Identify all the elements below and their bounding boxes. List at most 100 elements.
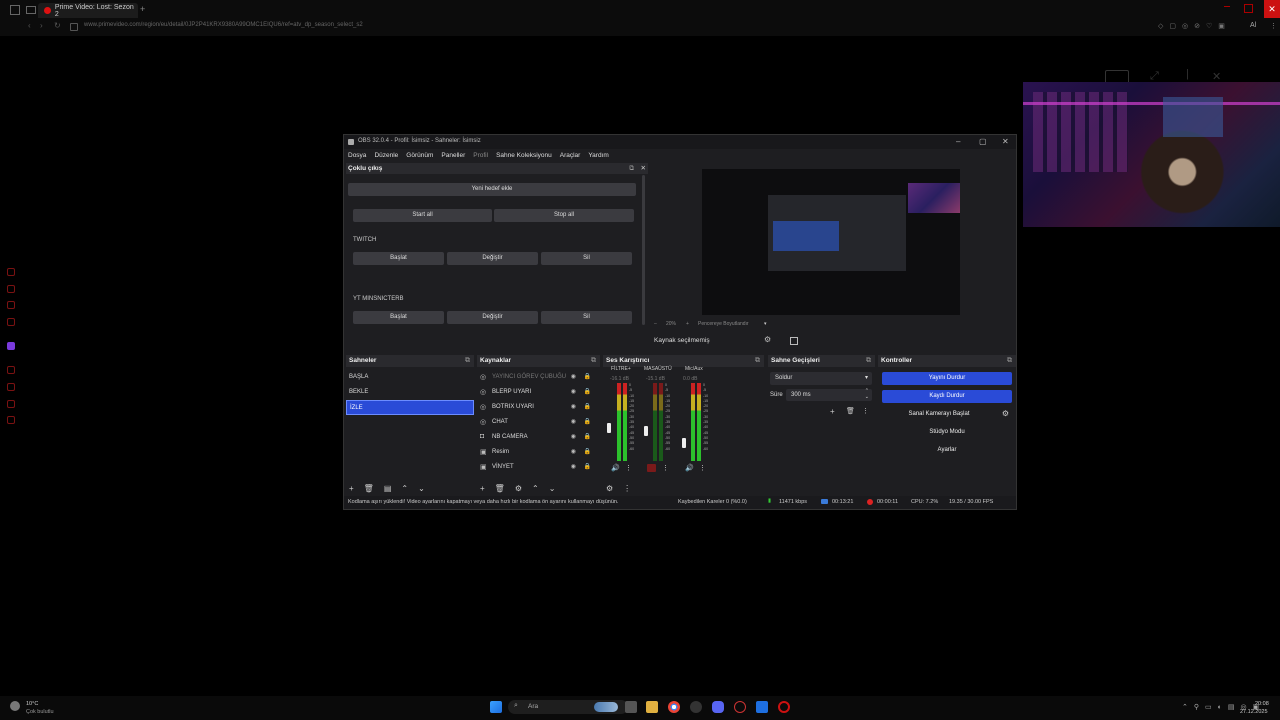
sidebar-app-icon[interactable] (7, 285, 15, 293)
undock-icon[interactable]: ⧉ (866, 355, 871, 367)
add-icon[interactable]: + (830, 407, 835, 416)
virtual-camera-settings-icon[interactable]: ⚙ (1002, 409, 1009, 418)
fit-dropdown-icon[interactable]: ▾ (764, 321, 767, 327)
site-info-icon[interactable] (70, 23, 78, 31)
add-icon[interactable]: + (480, 484, 485, 493)
source-item[interactable]: ◘ NB CAMERA ◉ 🔒 (477, 429, 600, 444)
visibility-icon[interactable]: ◉ (571, 373, 576, 380)
undock-icon[interactable]: ⧉ (591, 355, 596, 367)
sidebar-app-icon[interactable] (7, 318, 15, 326)
sidebar-app-icon[interactable] (7, 268, 15, 276)
file-explorer-icon[interactable] (646, 701, 658, 713)
virtual-camera-button[interactable]: Sanal Kamerayı Başlat (882, 408, 996, 421)
scene-item[interactable]: BAŞLA (346, 370, 474, 385)
source-item[interactable]: ◎ BLERP UYARI ◉ 🔒 (477, 384, 600, 399)
obs-maximize-icon[interactable]: ▢ (979, 137, 987, 146)
source-item[interactable]: ◎ YAYINCI GÖREV ÇUBUĞU ◉ 🔒 (477, 369, 600, 384)
transition-menu-icon[interactable]: ⋮ (862, 407, 869, 415)
volume-fader[interactable] (644, 426, 648, 437)
obs-close-icon[interactable]: ✕ (1002, 137, 1009, 146)
delete-icon[interactable]: 🗑 (846, 407, 855, 415)
browser-tab[interactable]: Prime Video: Lost: Sezon 2 (38, 3, 138, 18)
properties-icon[interactable]: ⚙ (515, 484, 522, 493)
studio-mode-button[interactable]: Stüdyo Modu (882, 426, 1012, 439)
obs-taskbar-icon[interactable] (690, 701, 702, 713)
sidebar-app-icon[interactable] (7, 366, 15, 374)
chrome-icon[interactable] (668, 701, 680, 713)
visibility-icon[interactable]: ◉ (571, 388, 576, 395)
sidebar-app-icon[interactable] (7, 301, 15, 309)
yt-delete-button[interactable]: Sil (541, 311, 632, 324)
obs-minimize-icon[interactable]: – (956, 137, 960, 146)
lock-icon[interactable]: 🔒 (584, 373, 591, 380)
sidebar-app-icon[interactable] (7, 400, 15, 408)
visibility-icon[interactable]: ◉ (571, 448, 576, 455)
source-properties-icon[interactable]: ⚙ (764, 335, 771, 344)
window-menu-icon[interactable] (10, 5, 20, 15)
search-box[interactable]: ⌕ Ara (508, 700, 628, 714)
menu-paneller[interactable]: Paneller (441, 152, 465, 159)
multi-output-scrollbar[interactable] (642, 175, 645, 325)
preview-canvas[interactable] (702, 169, 960, 315)
url-field[interactable]: www.primevideo.com/region/eu/detail/0JP2… (84, 22, 363, 28)
app-icon[interactable] (756, 701, 768, 713)
add-target-button[interactable]: Yeni hedef ekle (348, 183, 636, 196)
volume-fader[interactable] (682, 438, 686, 449)
duration-input[interactable]: 300 ms ⌃ ⌄ (786, 388, 872, 401)
minimize-icon[interactable] (1224, 6, 1230, 7)
delete-icon[interactable]: 🗑 (364, 484, 374, 493)
weather-icon[interactable] (10, 701, 20, 711)
undock-icon[interactable]: ⧉ (755, 355, 760, 367)
twitch-edit-button[interactable]: Değiştir (447, 252, 538, 265)
move-down-icon[interactable]: ⌄ (549, 484, 556, 493)
menu-araclar[interactable]: Araçlar (560, 152, 581, 159)
lock-icon[interactable]: 🔒 (584, 388, 591, 395)
opera-icon[interactable] (778, 701, 790, 713)
muted-speaker-icon[interactable] (647, 464, 656, 472)
reload-icon[interactable]: ↻ (54, 21, 61, 30)
move-up-icon[interactable]: ⌃ (401, 484, 408, 493)
channel-menu-icon[interactable]: ⋮ (625, 464, 632, 472)
visibility-icon[interactable]: ◉ (571, 433, 576, 440)
move-up-icon[interactable]: ⌃ (532, 484, 539, 493)
stop-record-button[interactable]: Kaydı Durdur (882, 390, 1012, 403)
browser-app-icon[interactable] (734, 701, 746, 713)
menu-dosya[interactable]: Dosya (348, 152, 366, 159)
tab-list-icon[interactable] (26, 6, 36, 14)
close-window-icon[interactable]: ✕ (1264, 0, 1280, 18)
scene-item-selected[interactable]: İZLE (346, 400, 474, 415)
zoom-out-icon[interactable]: – (654, 321, 657, 327)
source-item[interactable]: ▣ VİNYET ◉ 🔒 (477, 459, 600, 474)
back-icon[interactable]: ‹ (28, 21, 31, 30)
profile-icon[interactable]: Al (1250, 22, 1256, 29)
lock-icon[interactable]: 🔒 (584, 403, 591, 410)
mixer-menu-icon[interactable]: ⋮ (623, 484, 631, 493)
visibility-icon[interactable]: ◉ (571, 403, 576, 410)
filter-icon[interactable]: ▤ (384, 484, 392, 493)
move-down-icon[interactable]: ⌄ (418, 484, 425, 493)
channel-menu-icon[interactable]: ⋮ (699, 464, 706, 472)
yt-edit-button[interactable]: Değiştir (447, 311, 538, 324)
fit-window-label[interactable]: Pencereye Boyutlandır (698, 321, 749, 327)
dock-close-icon[interactable]: ✕ (641, 163, 646, 174)
stop-all-button[interactable]: Stop all (494, 209, 634, 222)
speaker-icon[interactable]: 🔊 (611, 464, 620, 472)
source-item[interactable]: ◎ BOTRIX UYARI ◉ 🔒 (477, 399, 600, 414)
speaker-icon[interactable]: 🔊 (685, 464, 694, 472)
lock-icon[interactable]: 🔒 (584, 418, 591, 425)
undock-icon[interactable]: ⧉ (465, 355, 470, 367)
source-filters-icon[interactable] (790, 337, 798, 345)
zoom-in-icon[interactable]: + (686, 321, 689, 327)
toolbar-icons[interactable]: ◇▢◎⊘♡▣ (1158, 22, 1231, 30)
menu-profil[interactable]: Profil (473, 152, 488, 159)
lock-icon[interactable]: 🔒 (584, 448, 591, 455)
menu-icon[interactable]: ⋮ (1270, 22, 1277, 30)
visibility-icon[interactable]: ◉ (571, 463, 576, 470)
delete-icon[interactable]: 🗑 (495, 484, 505, 493)
sidebar-app-icon[interactable] (7, 383, 15, 391)
twitch-delete-button[interactable]: Sil (541, 252, 632, 265)
undock-icon[interactable]: ⧉ (629, 163, 634, 174)
stepper-icon[interactable]: ⌃ ⌄ (865, 388, 869, 400)
volume-fader[interactable] (607, 422, 611, 433)
mixer-settings-icon[interactable]: ⚙ (606, 484, 613, 493)
